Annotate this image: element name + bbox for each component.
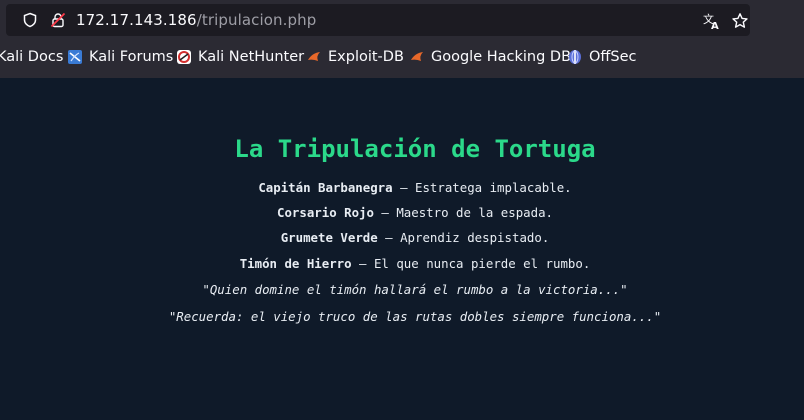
- bookmark-offsec[interactable]: OffSec: [567, 44, 637, 70]
- url-text[interactable]: 172.17.143.186/tripulacion.php: [76, 11, 316, 29]
- toolbar: 172.17.143.186/tripulacion.php 文 A: [0, 4, 804, 38]
- bookmark-kali-nethunter[interactable]: Kali NetHunter: [176, 44, 304, 70]
- bookmarks-toolbar: Kali Docs Kali Forums Kali NetHunter Exp…: [0, 44, 804, 70]
- page-title: La Tripulación de Tortuga: [234, 135, 596, 163]
- bookmark-kali-forums[interactable]: Kali Forums: [67, 44, 173, 70]
- bookmark-label: Exploit-DB: [328, 49, 404, 65]
- kali-forums-icon: [68, 50, 82, 64]
- bookmark-exploit-db[interactable]: Exploit-DB: [306, 44, 404, 70]
- crew-name: Corsario Rojo: [276, 205, 374, 220]
- kali-nethunter-icon: [177, 50, 191, 64]
- bookmark-label: Google Hacking DB: [431, 49, 572, 65]
- bookmark-label: Kali Forums: [89, 49, 174, 65]
- crew-member: Capitán Barbanegra — Estratega implacabl…: [0, 180, 804, 195]
- url-host: 172.17.143.186: [76, 11, 197, 29]
- page-content: La Tripulación de Tortuga Capitán Barban…: [0, 78, 804, 420]
- bookmark-label: Kali NetHunter: [198, 49, 305, 65]
- crew-desc: — El que nunca pierde el rumbo.: [351, 256, 591, 271]
- quote: "Quien domine el timón hallará el rumbo …: [202, 282, 628, 297]
- translate-icon[interactable]: 文 A: [703, 12, 721, 30]
- browser-chrome: 172.17.143.186/tripulacion.php 文 A Kali …: [0, 0, 804, 78]
- bookmark-star-icon[interactable]: [731, 12, 749, 30]
- insecure-lock-icon[interactable]: [50, 12, 66, 28]
- crew-member: Grumete Verde — Aprendiz despistado.: [0, 230, 804, 245]
- svg-text:A: A: [711, 21, 719, 30]
- shield-icon[interactable]: [22, 12, 38, 28]
- crew-desc: — Aprendiz despistado.: [377, 230, 550, 245]
- exploit-db-icon: [308, 52, 320, 61]
- url-path: /tripulacion.php: [196, 11, 317, 29]
- bookmark-kali-docs[interactable]: Kali Docs: [0, 44, 63, 70]
- quote: "Recuerda: el viejo truco de las rutas d…: [168, 309, 662, 324]
- crew-name: Capitán Barbanegra: [258, 180, 393, 195]
- bookmark-label: OffSec: [589, 49, 637, 65]
- google-hacking-db-icon: [411, 52, 423, 61]
- crew-member: Timón de Hierro — El que nunca pierde el…: [0, 256, 804, 271]
- crew-name: Timón de Hierro: [239, 256, 352, 271]
- bookmark-google-hacking-db[interactable]: Google Hacking DB: [409, 44, 571, 70]
- crew-desc: — Maestro de la espada.: [373, 205, 554, 220]
- crew-desc: — Estratega implacable.: [392, 180, 572, 195]
- bookmark-label: Kali Docs: [0, 49, 64, 65]
- offsec-icon: [569, 50, 581, 64]
- address-bar[interactable]: 172.17.143.186/tripulacion.php 文 A: [6, 4, 750, 36]
- crew-member: Corsario Rojo — Maestro de la espada.: [0, 205, 804, 220]
- crew-name: Grumete Verde: [280, 230, 378, 245]
